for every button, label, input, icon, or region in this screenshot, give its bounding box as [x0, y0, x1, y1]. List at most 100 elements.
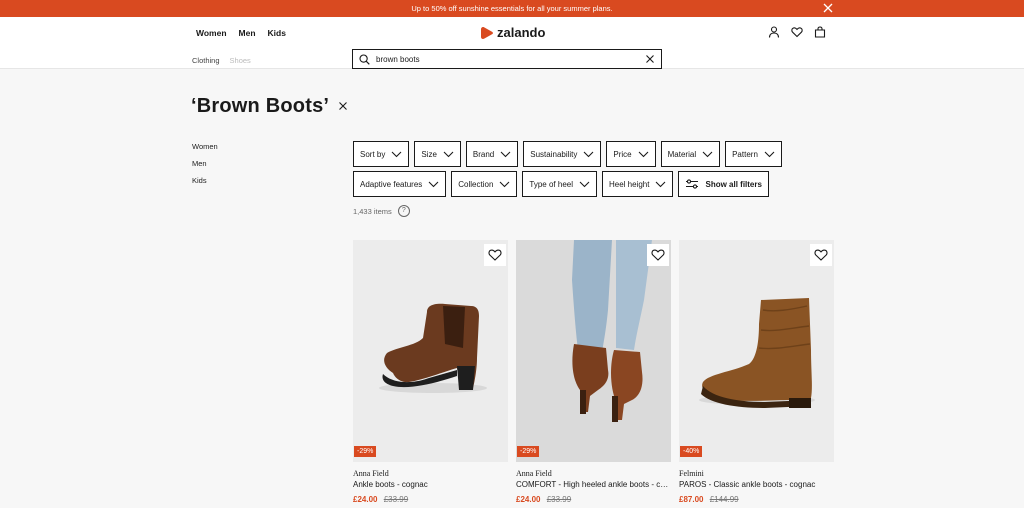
chevron-down-icon: [428, 181, 439, 187]
category-kids[interactable]: Kids: [192, 176, 218, 193]
product-name[interactable]: COMFORT - High heeled ankle boots - cogn…: [516, 480, 671, 489]
filter-collection[interactable]: Collection: [451, 171, 518, 197]
filter-pattern[interactable]: Pattern: [725, 141, 782, 167]
current-price: £24.00: [516, 495, 541, 504]
chevron-down-icon: [702, 151, 713, 157]
filter-brand[interactable]: Brand: [465, 141, 519, 167]
filter-size[interactable]: Size: [414, 141, 461, 167]
filter-label: Price: [613, 149, 632, 159]
filter-heel-height[interactable]: Heel height: [602, 171, 674, 197]
chevron-down-icon: [584, 151, 594, 157]
product-brand: Anna Field: [516, 469, 552, 478]
chevron-down-icon: [443, 151, 454, 157]
product-image[interactable]: -29%: [353, 240, 508, 462]
product-image[interactable]: -29%: [516, 240, 671, 462]
promo-banner[interactable]: Up to 50% off sunshine essentials for al…: [0, 0, 1024, 17]
nav-shoes[interactable]: Shoes: [230, 56, 251, 65]
chevron-down-icon: [656, 181, 666, 187]
product-card[interactable]: -29% Anna Field COMFORT - High heeled an…: [516, 240, 671, 504]
gender-nav: Women Men Kids: [196, 28, 286, 38]
filter-label: Sort by: [360, 149, 386, 159]
wishlist-icon[interactable]: [791, 26, 803, 38]
category-nav: Clothing Shoes: [192, 56, 251, 65]
nav-men[interactable]: Men: [239, 28, 256, 38]
chevron-down-icon: [764, 151, 775, 157]
search-bar[interactable]: brown boots: [352, 49, 662, 69]
filter-price[interactable]: Price: [606, 141, 656, 167]
bag-icon[interactable]: [814, 26, 826, 38]
original-price: £33.99: [546, 495, 572, 504]
heart-icon: [814, 249, 828, 261]
chevron-down-icon: [500, 151, 511, 157]
search-input[interactable]: brown boots: [376, 55, 645, 64]
chevron-down-icon: [638, 151, 649, 157]
show-all-filters-label: Show all filters: [705, 179, 762, 189]
help-icon[interactable]: ?: [397, 205, 410, 217]
filter-label: Pattern: [732, 149, 758, 159]
discount-badge: -40%: [680, 446, 703, 457]
heart-icon: [488, 249, 502, 261]
sliders-icon: [686, 179, 699, 189]
product-card[interactable]: -40% Felmini PAROS - Classic ankle boots…: [679, 240, 834, 504]
category-women[interactable]: Women: [192, 142, 218, 159]
result-count-text: 1,433 items: [353, 206, 392, 216]
filter-label: Heel height: [609, 179, 650, 189]
filter-label: Adaptive features: [360, 179, 423, 189]
zalando-logo[interactable]: zalando: [480, 25, 545, 40]
wishlist-button[interactable]: [810, 244, 832, 266]
product-brand: Felmini: [679, 469, 704, 478]
filter-label: Collection: [458, 179, 494, 189]
original-price: £33.99: [383, 495, 409, 504]
clear-query-icon[interactable]: [338, 101, 348, 111]
wishlist-button[interactable]: [647, 244, 669, 266]
category-list: Women Men Kids: [192, 142, 218, 193]
close-icon[interactable]: [822, 2, 834, 14]
boot-image: [379, 303, 487, 393]
search-icon: [359, 53, 370, 65]
filter-label: Sustainability: [530, 149, 578, 159]
wishlist-button[interactable]: [484, 244, 506, 266]
clear-search-icon[interactable]: [645, 54, 655, 64]
boot-on-model-image: [516, 240, 671, 462]
promo-text: Up to 50% off sunshine essentials for al…: [411, 4, 613, 13]
current-price: £24.00: [353, 495, 378, 504]
boot-image: [699, 298, 815, 408]
show-all-filters-button[interactable]: Show all filters: [678, 171, 769, 197]
filter-bar: Sort by Size Brand Sustainability Price …: [353, 141, 782, 201]
filter-sort-by[interactable]: Sort by: [353, 141, 410, 167]
page-title: ‘Brown Boots’: [191, 95, 330, 117]
logo-icon: [481, 26, 493, 39]
filter-label: Size: [421, 149, 437, 159]
product-name[interactable]: PAROS - Classic ankle boots - cognac: [679, 480, 834, 489]
filter-material[interactable]: Material: [660, 141, 721, 167]
heart-icon: [651, 249, 665, 261]
filter-adaptive-features[interactable]: Adaptive features: [353, 171, 447, 197]
chevron-down-icon: [500, 181, 510, 187]
product-card[interactable]: -29% Anna Field Ankle boots - cognac £24…: [353, 240, 508, 504]
chevron-down-icon: [391, 151, 402, 157]
filter-sustainability[interactable]: Sustainability: [523, 141, 602, 167]
nav-clothing[interactable]: Clothing: [192, 56, 220, 65]
header-actions: [768, 26, 826, 38]
discount-badge: -29%: [517, 446, 540, 457]
original-price: £144.99: [709, 495, 739, 504]
filter-type-of-heel[interactable]: Type of heel: [522, 171, 597, 197]
product-image[interactable]: -40%: [679, 240, 834, 462]
nav-women[interactable]: Women: [196, 28, 227, 38]
chevron-down-icon: [579, 181, 590, 187]
filter-label: Type of heel: [529, 179, 573, 189]
filter-label: Material: [667, 149, 697, 159]
product-name[interactable]: Ankle boots - cognac: [353, 480, 508, 489]
logo-text: zalando: [497, 25, 546, 40]
product-price: £24.00 £33.99: [516, 495, 671, 504]
product-brand: Anna Field: [353, 469, 389, 478]
product-price: £87.00 £144.99: [679, 495, 834, 504]
product-grid: -29% Anna Field Ankle boots - cognac £24…: [353, 240, 834, 504]
nav-kids[interactable]: Kids: [268, 28, 286, 38]
product-price: £24.00 £33.99: [353, 495, 508, 504]
discount-badge: -29%: [354, 446, 377, 457]
account-icon[interactable]: [768, 26, 780, 38]
category-men[interactable]: Men: [192, 159, 218, 176]
result-count: 1,433 items ?: [353, 205, 410, 217]
site-header: Women Men Kids Clothing Shoes zalando br…: [0, 17, 1024, 69]
